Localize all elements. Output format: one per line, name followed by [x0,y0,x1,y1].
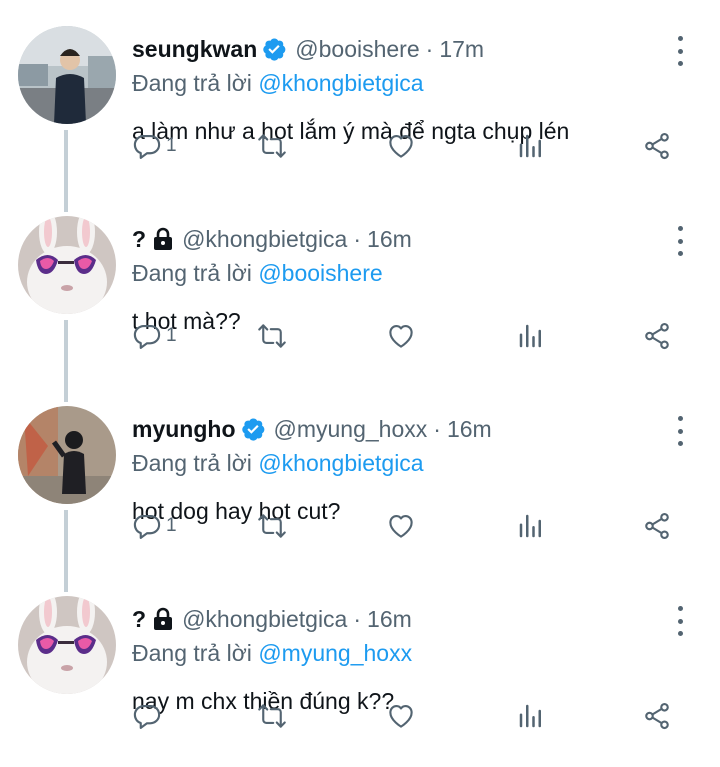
avatar[interactable] [18,216,116,314]
retweet-icon [258,324,286,348]
handle[interactable]: @khongbietgica [182,226,347,253]
timestamp[interactable]: 16m [367,606,412,633]
timestamp[interactable]: 17m [439,36,484,63]
replying-to: Đang trả lời @khongbietgica [132,448,660,478]
replying-to: Đang trả lời @khongbietgica [132,68,660,98]
replying-to-label: Đang trả lời [132,640,252,666]
like-button[interactable] [386,506,416,546]
tweet-actions: 1 [132,316,682,356]
tweet[interactable]: seungkwan @booishere · 17m Đang trả lời … [0,0,720,190]
more-options-icon[interactable] [670,36,690,66]
tweet[interactable]: myungho @myung_hoxx · 16m Đang trả lời @… [0,380,720,570]
analytics-button[interactable] [516,506,546,546]
handle[interactable]: @myung_hoxx [274,416,428,443]
display-name[interactable]: ? [132,606,146,633]
reply-button[interactable] [132,696,166,736]
retweet-icon [258,514,286,538]
separator-dot: · [433,415,441,442]
reply-icon [133,514,161,539]
replying-to: Đang trả lời @booishere [132,258,660,288]
separator-dot: · [425,35,434,62]
replying-to: Đang trả lời @myung_hoxx [132,638,660,668]
reply-count: 1 [166,325,177,346]
display-name[interactable]: myungho [132,416,236,443]
share-icon [645,512,669,540]
analytics-icon [519,704,541,728]
mention-link[interactable]: @khongbietgica [258,70,423,96]
more-options-icon[interactable] [670,416,690,446]
verified-badge-icon [261,36,287,62]
share-icon [645,702,669,730]
heart-icon [389,134,413,158]
separator-dot: · [353,605,362,632]
replying-to-label: Đang trả lời [132,450,252,476]
like-button[interactable] [386,316,416,356]
reply-icon [133,324,161,349]
retweet-icon [258,704,286,728]
more-options-icon[interactable] [670,226,690,256]
tweet-header: ? @khongbietgica · 16m [132,602,660,636]
display-name[interactable]: ? [132,226,146,253]
handle[interactable]: @khongbietgica [182,606,347,633]
heart-icon [389,514,413,538]
reply-button[interactable]: 1 [132,506,177,546]
share-icon [645,322,669,350]
reply-icon [133,704,161,729]
analytics-icon [519,514,541,538]
reply-count: 1 [166,135,177,156]
reply-icon [133,134,161,159]
analytics-button[interactable] [516,696,546,736]
reply-button[interactable]: 1 [132,126,177,166]
tweet[interactable]: ? @khongbietgica · 16m Đang trả lời @myu… [0,570,720,760]
like-button[interactable] [386,126,416,166]
replying-to-label: Đang trả lời [132,260,252,286]
rabbit-with-sunglasses-icon [18,596,116,694]
avatar[interactable] [18,596,116,694]
tweet-actions: 1 [132,506,682,546]
photo-icon [18,26,116,124]
retweet-button[interactable] [256,316,288,356]
more-options-icon[interactable] [670,606,690,636]
display-name[interactable]: seungkwan [132,36,257,63]
tweet-header: ? @khongbietgica · 16m [132,222,660,256]
tweet-actions: 1 [132,126,682,166]
tweet-header: seungkwan @booishere · 17m [132,32,660,66]
analytics-button[interactable] [516,316,546,356]
handle[interactable]: @booishere [295,36,419,63]
retweet-button[interactable] [256,696,288,736]
retweet-button[interactable] [256,126,288,166]
analytics-icon [519,324,541,348]
heart-icon [389,704,413,728]
lock-icon [152,607,174,631]
tweet-actions [132,696,682,736]
photo-icon [18,406,116,504]
avatar[interactable] [18,26,116,124]
separator-dot: · [353,225,362,252]
avatar[interactable] [18,406,116,504]
retweet-button[interactable] [256,506,288,546]
replying-to-label: Đang trả lời [132,70,252,96]
heart-icon [389,324,413,348]
share-icon [645,132,669,160]
mention-link[interactable]: @booishere [258,260,382,286]
tweet-header: myungho @myung_hoxx · 16m [132,412,660,446]
lock-icon [152,227,174,251]
reply-count: 1 [166,515,177,536]
analytics-button[interactable] [516,126,546,166]
share-button[interactable] [642,696,672,736]
timestamp[interactable]: 16m [447,416,492,443]
analytics-icon [519,134,541,158]
share-button[interactable] [642,126,672,166]
tweet[interactable]: ? @khongbietgica · 16m Đang trả lời @boo… [0,190,720,380]
share-button[interactable] [642,506,672,546]
like-button[interactable] [386,696,416,736]
mention-link[interactable]: @myung_hoxx [258,640,412,666]
reply-button[interactable]: 1 [132,316,177,356]
timestamp[interactable]: 16m [367,226,412,253]
rabbit-with-sunglasses-icon [18,216,116,314]
share-button[interactable] [642,316,672,356]
verified-badge-icon [240,416,266,442]
mention-link[interactable]: @khongbietgica [258,450,423,476]
retweet-icon [258,134,286,158]
